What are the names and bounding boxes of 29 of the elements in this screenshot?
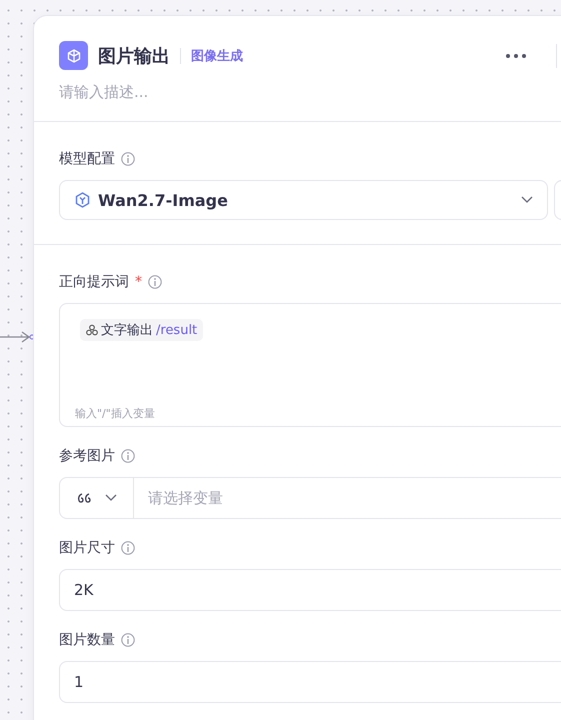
field-label: 模型配置	[59, 150, 115, 168]
field-label: 正向提示词	[59, 273, 129, 291]
connection-arrow	[0, 330, 34, 344]
input-hint: 输入"/"插入变量	[75, 406, 156, 421]
info-icon[interactable]	[121, 152, 135, 166]
nodes-icon	[86, 324, 98, 336]
quote-icon	[76, 493, 90, 503]
required-asterisk: *	[135, 274, 142, 290]
variable-input[interactable]: 请选择变量	[134, 478, 561, 518]
model-select[interactable]: Wan2.7-Image	[59, 180, 548, 220]
node-type-tag: 图像生成	[191, 46, 243, 64]
chevron-down-icon	[521, 196, 533, 204]
value-field[interactable]: 1	[59, 661, 561, 703]
more-icon[interactable]	[504, 52, 528, 60]
field-label: 图片尺寸	[59, 539, 115, 557]
info-icon[interactable]	[121, 449, 135, 463]
prompt-field[interactable]: 文字输出 /result 输入"/"插入变量	[59, 303, 561, 427]
chevron-down-icon	[104, 494, 116, 502]
info-icon[interactable]	[121, 633, 135, 647]
info-icon[interactable]	[121, 541, 135, 555]
field-label: 参考图片	[59, 447, 115, 465]
field-label: 图片数量	[59, 631, 115, 649]
cube-icon	[59, 41, 88, 70]
node-title: 图片输出	[98, 44, 170, 68]
info-icon[interactable]	[148, 275, 162, 289]
variable-chip[interactable]: 文字输出 /result	[80, 319, 204, 341]
hexagon-icon	[75, 192, 90, 208]
value-field[interactable]: 2K	[59, 569, 561, 611]
variable-select[interactable]: 请选择变量	[59, 477, 561, 519]
